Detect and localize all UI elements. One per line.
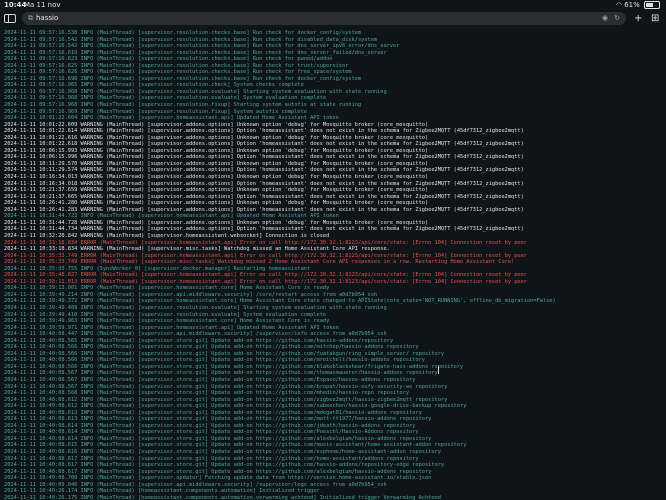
wifi-icon: ◠ (615, 1, 622, 9)
status-date: Ma 11 nov (24, 1, 61, 9)
new-tab-icon[interactable]: + (634, 12, 642, 25)
browser-toolbar: ⧉ hassio ◉ ↻ + ⊞ (0, 11, 666, 27)
status-right: ◠ 61% (616, 0, 660, 10)
battery-icon (644, 1, 660, 9)
reload-icon[interactable]: ↻ (614, 12, 620, 25)
address-bar[interactable]: ⧉ hassio ◉ ↻ (22, 12, 626, 25)
status-bar: 10:44 Ma 11 nov ◠ 61% (0, 0, 666, 10)
status-time: 10:44 (4, 1, 27, 9)
log-line: 2024-11-11 10:40:26.175 INFO (MainThread… (4, 494, 441, 500)
sidebar-toggle-icon[interactable] (4, 14, 16, 23)
tab-overview-icon[interactable]: ⊞ (651, 12, 659, 25)
extension-icon[interactable]: ◉ (602, 12, 608, 25)
text-cursor-icon (438, 366, 439, 374)
battery-percent: 61% (624, 1, 640, 9)
tabs-icon[interactable]: ⧉ (28, 12, 33, 25)
supervisor-log-view[interactable]: 2024-11-11 09:57:16.538 INFO (MainThread… (4, 30, 662, 500)
address-text[interactable]: hassio (36, 12, 58, 25)
